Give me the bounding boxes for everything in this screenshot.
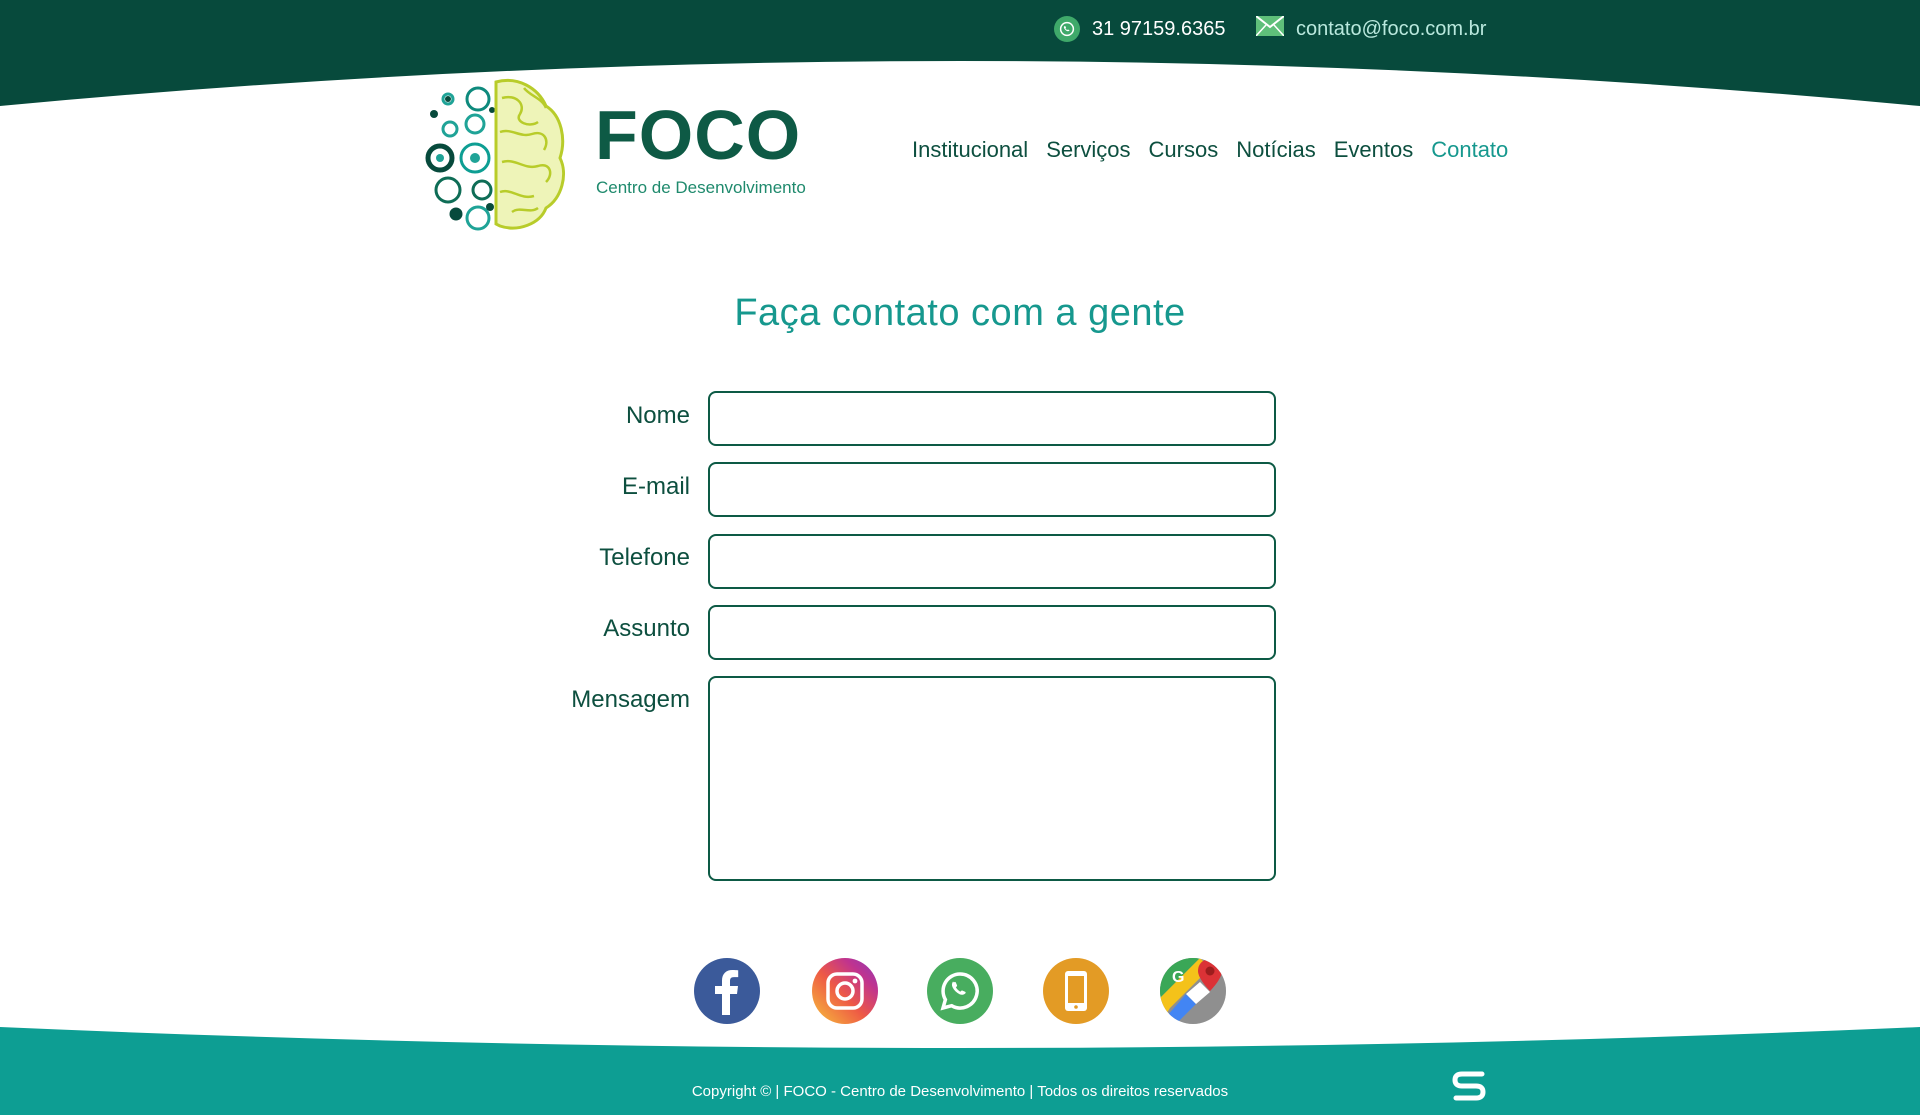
nome-label: Nome bbox=[625, 402, 690, 429]
nav-item-servicos[interactable]: Serviços bbox=[1046, 137, 1130, 163]
nav-item-cursos[interactable]: Cursos bbox=[1149, 137, 1219, 163]
footer-bar bbox=[0, 1015, 1920, 1115]
telefone-input[interactable] bbox=[708, 534, 1276, 589]
foco-logo[interactable]: FOCO Centro de Desenvolvimento bbox=[420, 74, 820, 234]
brain-gears-icon bbox=[425, 79, 565, 231]
main-nav: Institucional Serviços Cursos Notícias E… bbox=[912, 137, 1508, 163]
page-title: Faça contato com a gente bbox=[734, 292, 1186, 334]
assunto-input[interactable] bbox=[708, 605, 1276, 660]
nav-item-institucional[interactable]: Institucional bbox=[912, 137, 1028, 163]
email-input[interactable] bbox=[708, 462, 1276, 517]
logo-tagline: Centro de Desenvolvimento bbox=[596, 178, 806, 197]
top-bar bbox=[0, 0, 1920, 110]
nome-input[interactable] bbox=[708, 391, 1276, 446]
nav-item-contato[interactable]: Contato bbox=[1431, 137, 1508, 163]
logo-wordmark: FOCO bbox=[595, 96, 802, 174]
email-address: contato@foco.com.br bbox=[1296, 17, 1487, 40]
mensagem-textarea[interactable] bbox=[708, 676, 1276, 881]
assunto-label: Assunto bbox=[603, 615, 690, 642]
phone-contact[interactable]: 31 97159.6365 bbox=[1054, 14, 1225, 44]
whatsapp-icon bbox=[1054, 16, 1080, 42]
envelope-icon bbox=[1255, 15, 1285, 42]
mensagem-label: Mensagem bbox=[571, 686, 690, 713]
phone-number: 31 97159.6365 bbox=[1092, 17, 1226, 40]
email-contact[interactable]: contato@foco.com.br bbox=[1255, 14, 1487, 44]
copyright-text: Copyright © | FOCO - Centro de Desenvolv… bbox=[691, 1083, 1229, 1100]
developer-logo-icon[interactable] bbox=[1452, 1070, 1486, 1102]
nav-item-eventos[interactable]: Eventos bbox=[1334, 137, 1414, 163]
email-label: E-mail bbox=[621, 473, 690, 500]
telefone-label: Telefone bbox=[599, 544, 690, 571]
svg-text:G: G bbox=[1172, 969, 1184, 986]
nav-item-noticias[interactable]: Notícias bbox=[1236, 137, 1315, 163]
